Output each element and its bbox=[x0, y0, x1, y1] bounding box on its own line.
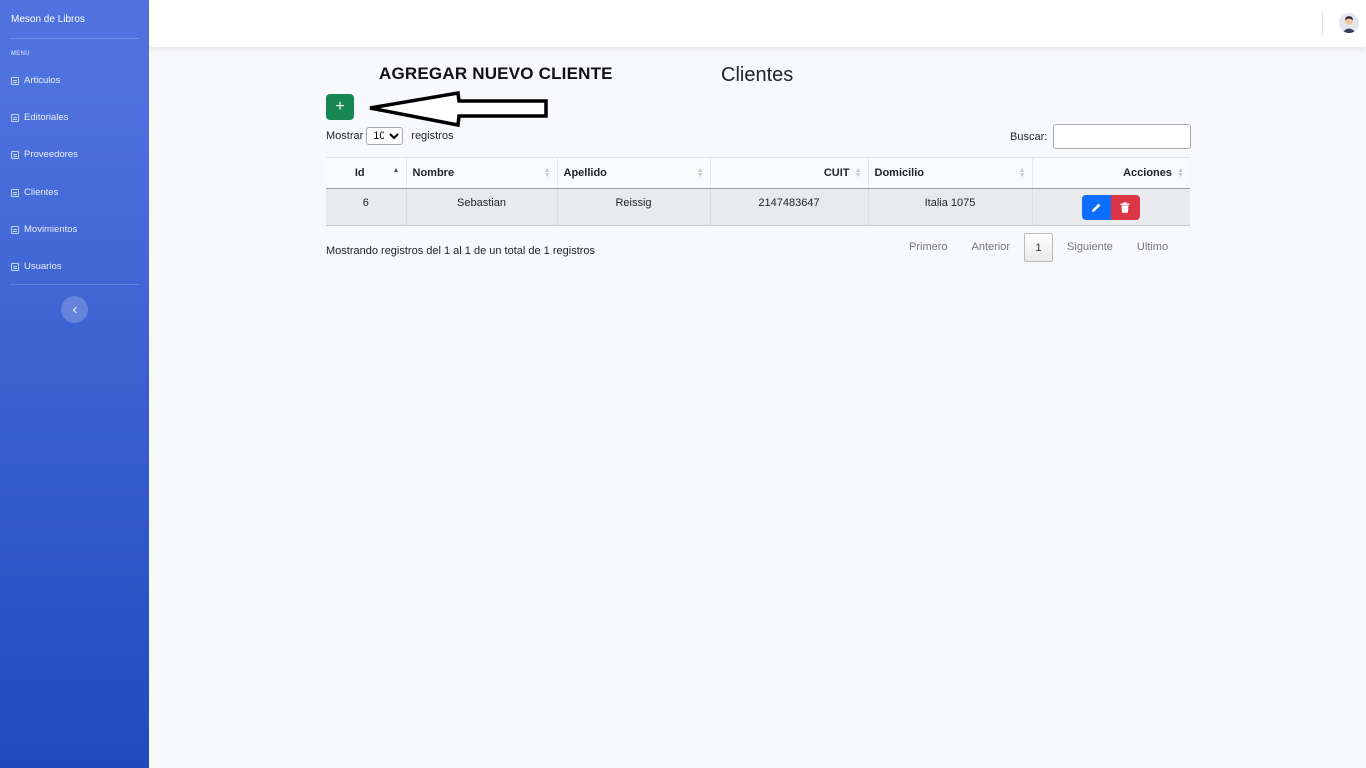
edit-button[interactable] bbox=[1081, 195, 1111, 220]
header-label: Apellido bbox=[563, 167, 607, 179]
trash-icon bbox=[1120, 202, 1130, 213]
cell-acciones bbox=[1032, 188, 1190, 226]
sidebar-toggle-button[interactable] bbox=[61, 296, 88, 323]
header-label: CUIT bbox=[823, 167, 850, 179]
show-label: Mostrar bbox=[326, 130, 364, 142]
sort-icon: ▲ ▼ bbox=[1177, 167, 1184, 179]
user-avatar-icon[interactable] bbox=[1339, 13, 1359, 33]
list-icon bbox=[11, 113, 19, 122]
sort-icon: ▲ ▼ bbox=[854, 167, 862, 179]
sidebar-divider bbox=[10, 38, 139, 39]
sidebar-item-movimientos[interactable]: Movimientos bbox=[11, 224, 77, 235]
sidebar-item-label: Articulos bbox=[24, 75, 61, 86]
plus-icon: + bbox=[335, 98, 345, 115]
search-input[interactable] bbox=[1053, 124, 1192, 149]
sidebar: Meson de Libros MENU Articulos Editorial… bbox=[0, 0, 149, 768]
list-icon bbox=[11, 150, 19, 159]
list-icon bbox=[11, 262, 19, 271]
pagination-next[interactable]: Siguiente bbox=[1055, 233, 1125, 262]
sort-icon: ▲ ▼ bbox=[543, 167, 551, 179]
cell-id: 6 bbox=[326, 188, 407, 226]
sidebar-item-label: Clientes bbox=[24, 187, 59, 198]
delete-button[interactable] bbox=[1110, 195, 1140, 220]
sidebar-item-proveedores[interactable]: Proveedores bbox=[11, 149, 78, 160]
sidebar-item-label: Editoriales bbox=[24, 112, 69, 123]
pagination-prev[interactable]: Anterior bbox=[960, 233, 1023, 262]
sort-icon: ▲ ▼ bbox=[696, 167, 704, 179]
header-label: Id bbox=[354, 167, 365, 179]
list-icon bbox=[11, 188, 19, 197]
sidebar-item-usuarios[interactable]: Usuarios bbox=[11, 261, 62, 272]
list-icon bbox=[11, 225, 19, 234]
sidebar-heading: MENU bbox=[11, 51, 30, 57]
sidebar-item-label: Proveedores bbox=[24, 149, 78, 160]
header-acciones[interactable]: Acciones ▲ ▼ bbox=[1032, 157, 1190, 189]
sort-asc-icon: ▲ bbox=[392, 167, 400, 174]
list-icon bbox=[11, 76, 19, 85]
cell-apellido: Reissig bbox=[557, 188, 711, 226]
pagination-first[interactable]: Primero bbox=[897, 233, 960, 262]
pagination: Primero Anterior 1 Siguiente Ultimo bbox=[897, 233, 1180, 262]
header-label: Nombre bbox=[412, 167, 455, 179]
sidebar-item-label: Movimientos bbox=[24, 224, 78, 235]
annotation-arrow-icon bbox=[369, 90, 548, 128]
avatar-image bbox=[1339, 13, 1359, 33]
sort-icon: ▲ ▼ bbox=[1018, 167, 1026, 179]
topbar bbox=[149, 0, 1366, 47]
page-length-control: Mostrar 10 registros bbox=[326, 127, 453, 145]
pagination-last[interactable]: Ultimo bbox=[1125, 233, 1180, 262]
search-control: Buscar: bbox=[1010, 124, 1192, 149]
header-domicilio[interactable]: Domicilio ▲ ▼ bbox=[868, 157, 1033, 189]
topbar-divider bbox=[1322, 10, 1323, 37]
cell-domicilio: Italia 1075 bbox=[868, 188, 1033, 226]
cell-cuit: 2147483647 bbox=[710, 188, 869, 226]
header-cuit[interactable]: CUIT ▲ ▼ bbox=[710, 157, 869, 189]
brand-title[interactable]: Meson de Libros bbox=[11, 14, 85, 25]
pagination-current-page[interactable]: 1 bbox=[1024, 233, 1054, 262]
table-info: Mostrando registros del 1 al 1 de un tot… bbox=[326, 245, 596, 257]
sidebar-item-editoriales[interactable]: Editoriales bbox=[11, 112, 68, 123]
sidebar-divider bbox=[10, 284, 139, 285]
table-header-row: Id ▲ Nombre ▲ ▼ Apellido ▲ ▼ CUIT ▲ ▼ Domic… bbox=[326, 157, 1190, 189]
page-title: Clientes bbox=[721, 64, 794, 86]
header-apellido[interactable]: Apellido ▲ ▼ bbox=[557, 157, 711, 189]
search-label: Buscar: bbox=[1010, 130, 1048, 143]
sidebar-item-clientes[interactable]: Clientes bbox=[11, 187, 58, 198]
cell-nombre: Sebastian bbox=[406, 188, 558, 226]
chevron-left-icon bbox=[72, 306, 77, 313]
pencil-icon bbox=[1091, 203, 1100, 213]
add-client-annotation: AGREGAR NUEVO CLIENTE bbox=[379, 64, 613, 83]
clients-table: Id ▲ Nombre ▲ ▼ Apellido ▲ ▼ CUIT ▲ ▼ Domic… bbox=[326, 157, 1190, 226]
sidebar-item-articulos[interactable]: Articulos bbox=[11, 75, 60, 86]
header-label: Domicilio bbox=[874, 167, 925, 179]
header-nombre[interactable]: Nombre ▲ ▼ bbox=[406, 157, 558, 189]
show-suffix: registros bbox=[411, 130, 454, 142]
page-length-select[interactable]: 10 bbox=[366, 127, 404, 145]
sidebar-item-label: Usuarios bbox=[24, 261, 62, 272]
header-id[interactable]: Id ▲ bbox=[326, 157, 407, 189]
header-label: Acciones bbox=[1123, 167, 1172, 179]
add-client-button[interactable]: + bbox=[326, 94, 354, 120]
table-row: 6 Sebastian Reissig 2147483647 Italia 10… bbox=[326, 188, 1190, 226]
